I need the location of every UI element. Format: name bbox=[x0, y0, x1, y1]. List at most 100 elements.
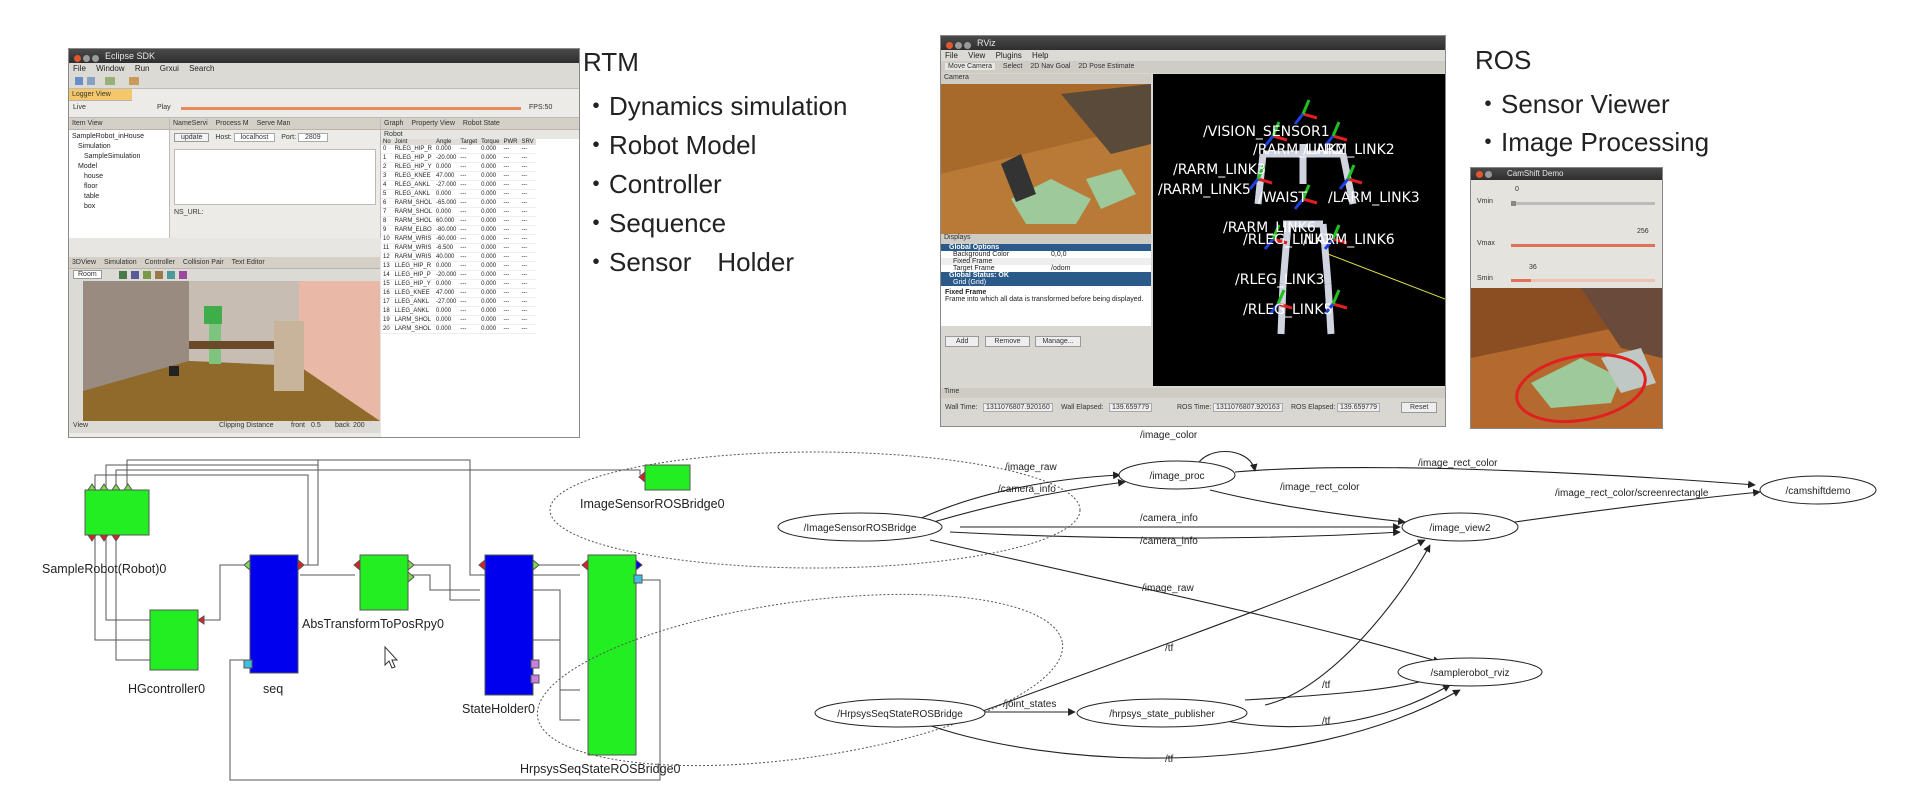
toolbar-icon[interactable] bbox=[155, 271, 163, 279]
table-row[interactable]: 16 LLEG_KNEE 47.000 --- 0.000 --- --- bbox=[381, 288, 536, 298]
vmax-slider[interactable] bbox=[1511, 244, 1655, 247]
tree-item[interactable]: Model bbox=[72, 162, 166, 172]
tab-collision-pair[interactable]: Collision Pair bbox=[183, 259, 224, 266]
tree-item[interactable]: SampleRobot_inHouse bbox=[72, 132, 166, 142]
ros-node-hrpsysbridge[interactable] bbox=[814, 698, 986, 728]
manage-button[interactable]: Manage... bbox=[1035, 336, 1081, 347]
component-imagesensor[interactable] bbox=[644, 464, 691, 491]
toolbar-icon[interactable] bbox=[87, 77, 95, 85]
host-input[interactable]: localhost bbox=[233, 133, 276, 142]
toolbar-icon[interactable] bbox=[129, 77, 139, 85]
logger-play-label[interactable]: Play bbox=[157, 104, 171, 111]
back-value[interactable]: 200 bbox=[353, 422, 365, 429]
tab-process[interactable]: Process M bbox=[216, 120, 249, 127]
tree-item[interactable]: SampleSimulation bbox=[72, 152, 166, 162]
tab-controller[interactable]: Controller bbox=[145, 259, 175, 266]
table-row[interactable]: 19 LARM_SHOL 0.000 --- 0.000 --- --- bbox=[381, 315, 536, 325]
table-header[interactable]: No bbox=[381, 139, 393, 145]
table-row[interactable]: 15 LLEG_HIP_Y 0.000 --- 0.000 --- --- bbox=[381, 279, 536, 289]
component-seq[interactable] bbox=[249, 554, 299, 674]
tool-select[interactable]: Select bbox=[1003, 63, 1022, 70]
table-row[interactable]: 6 RARM_SHOL -65.000 --- 0.000 --- --- bbox=[381, 198, 536, 208]
table-header[interactable]: Target bbox=[458, 139, 480, 145]
tree-item[interactable]: Simulation bbox=[72, 142, 166, 152]
component-stateholder[interactable] bbox=[484, 554, 534, 696]
fixed-frame-row[interactable]: Fixed Frame bbox=[941, 258, 1151, 265]
ros-node-image-proc[interactable] bbox=[1118, 460, 1236, 490]
ros-node-camshiftdemo[interactable] bbox=[1759, 475, 1877, 505]
tab-serve[interactable]: Serve Man bbox=[257, 120, 291, 127]
component-hgcontroller[interactable] bbox=[149, 609, 199, 671]
tree-item[interactable]: table bbox=[72, 192, 166, 202]
close-icon[interactable] bbox=[74, 55, 81, 62]
maximize-icon[interactable] bbox=[964, 42, 971, 49]
grid-row[interactable]: Grid (Grid) bbox=[941, 279, 1151, 286]
minimize-icon[interactable] bbox=[1485, 171, 1492, 178]
menu-search[interactable]: Search bbox=[189, 64, 214, 73]
view-mode-select[interactable]: Room bbox=[73, 270, 102, 279]
target-frame-row[interactable]: Target Frame/odom bbox=[941, 265, 1151, 272]
smin-slider[interactable] bbox=[1511, 279, 1655, 282]
global-options-row[interactable]: Global Options bbox=[941, 244, 1151, 251]
vmin-slider-handle[interactable] bbox=[1511, 201, 1516, 206]
tab-item-view[interactable]: Item View bbox=[69, 118, 169, 130]
tool-move-camera[interactable]: Move Camera bbox=[945, 63, 995, 70]
table-row[interactable]: 10 RARM_WRIS -60.000 --- 0.000 --- --- bbox=[381, 234, 536, 244]
update-button[interactable]: update bbox=[174, 133, 210, 142]
toolbar-icon[interactable] bbox=[179, 271, 187, 279]
toolbar-icon[interactable] bbox=[75, 77, 83, 85]
tab-simulation[interactable]: Simulation bbox=[104, 259, 137, 266]
tab-text-editor[interactable]: Text Editor bbox=[232, 259, 265, 266]
ros-node-samplerobot-rviz[interactable] bbox=[1397, 657, 1543, 687]
ros-node-image-view2[interactable] bbox=[1401, 512, 1519, 542]
logger-timeline-slider[interactable] bbox=[181, 107, 521, 110]
nameserver-tree[interactable] bbox=[174, 149, 376, 205]
table-row[interactable]: 11 RARM_WRIS -6.500 --- 0.000 --- --- bbox=[381, 243, 536, 253]
component-samplerobot[interactable] bbox=[84, 489, 150, 536]
ros-node-state-publisher[interactable] bbox=[1076, 698, 1248, 728]
maximize-icon[interactable] bbox=[92, 55, 99, 62]
tab-graph[interactable]: Graph bbox=[384, 120, 403, 127]
port-input[interactable]: 2809 bbox=[298, 133, 328, 142]
toolbar-icon[interactable] bbox=[143, 271, 151, 279]
remove-button[interactable]: Remove bbox=[985, 336, 1030, 347]
table-header[interactable]: PWR bbox=[501, 139, 520, 145]
tool-2d-nav-goal[interactable]: 2D Nav Goal bbox=[1030, 63, 1070, 70]
table-row[interactable]: 4 RLEG_ANKL -27.000 --- 0.000 --- --- bbox=[381, 180, 536, 190]
tree-item[interactable]: house bbox=[72, 172, 166, 182]
menu-plugins[interactable]: Plugins bbox=[996, 51, 1022, 60]
minimize-icon[interactable] bbox=[83, 55, 90, 62]
table-row[interactable]: 12 RARM_WRIS 40.000 --- 0.000 --- --- bbox=[381, 252, 536, 262]
table-row[interactable]: 18 LLEG_ANKL 0.000 --- 0.000 --- --- bbox=[381, 306, 536, 316]
toolbar-icon[interactable] bbox=[131, 271, 139, 279]
3d-scene[interactable] bbox=[69, 281, 380, 421]
minimize-icon[interactable] bbox=[955, 42, 962, 49]
menu-run[interactable]: Run bbox=[135, 64, 150, 73]
table-header[interactable]: SRV bbox=[519, 139, 536, 145]
component-abstransform[interactable] bbox=[359, 554, 409, 611]
tree-item[interactable]: box bbox=[72, 202, 166, 212]
tab-robot-state[interactable]: Robot State bbox=[463, 120, 500, 127]
table-row[interactable]: 17 LLEG_ANKL -27.000 --- 0.000 --- --- bbox=[381, 297, 536, 307]
table-row[interactable]: 5 RLEG_ANKL 0.000 --- 0.000 --- --- bbox=[381, 189, 536, 199]
toolbar-icon[interactable] bbox=[167, 271, 175, 279]
reset-button[interactable]: Reset bbox=[1401, 402, 1438, 413]
table-row[interactable]: 3 RLEG_KNEE 47.000 --- 0.000 --- --- bbox=[381, 171, 536, 181]
tree-item[interactable]: floor bbox=[72, 182, 166, 192]
tool-2d-pose-estimate[interactable]: 2D Pose Estimate bbox=[1078, 63, 1134, 70]
front-value[interactable]: 0.5 bbox=[311, 422, 321, 429]
tab-logger-view[interactable]: Logger View bbox=[69, 89, 132, 101]
component-hrpsysseqstate[interactable] bbox=[587, 554, 637, 756]
table-row[interactable]: 20 LARM_SHOL 0.000 --- 0.000 --- --- bbox=[381, 324, 536, 334]
table-row[interactable]: 14 LLEG_HIP_P -20.000 --- 0.000 --- --- bbox=[381, 270, 536, 280]
ros-node-imagesensorbridge[interactable] bbox=[777, 512, 943, 542]
background-color-row[interactable]: Background Color 0,0,0 bbox=[941, 251, 1151, 258]
toolbar-icon[interactable] bbox=[105, 77, 115, 85]
table-row[interactable]: 8 RARM_SHOL 60.000 --- 0.000 --- --- bbox=[381, 216, 536, 226]
table-row[interactable]: 1 RLEG_HIP_P -20.000 --- 0.000 --- --- bbox=[381, 153, 536, 163]
table-row[interactable]: 13 LLEG_HIP_R 0.000 --- 0.000 --- --- bbox=[381, 261, 536, 271]
table-header[interactable]: Torque bbox=[479, 139, 502, 145]
menu-grxui[interactable]: Grxui bbox=[160, 64, 179, 73]
close-icon[interactable] bbox=[1476, 171, 1483, 178]
tab-nameserver[interactable]: NameServi bbox=[173, 120, 208, 127]
